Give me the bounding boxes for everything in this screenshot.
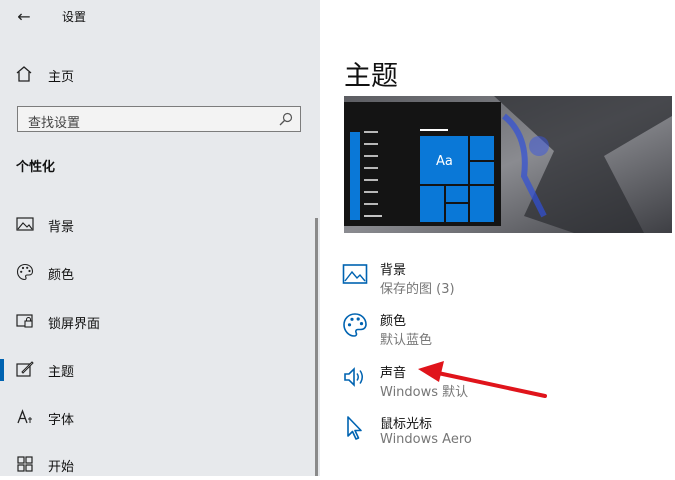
theme-preview-image: [344, 96, 672, 233]
entry-label: 颜色: [380, 314, 407, 329]
lock-screen-icon: [16, 314, 33, 328]
brush-icon: [16, 361, 34, 377]
sidebar-item-label: 锁屏界面: [48, 317, 101, 332]
entry-label: 声音: [380, 366, 407, 381]
sidebar-item-background[interactable]: 背景: [0, 208, 300, 240]
main-panel: 主题 Aa 背景 保存的图 (3) 颜色 默认蓝色 声音 Windows 默认 …: [320, 0, 675, 476]
theme-preview: Aa: [344, 96, 672, 233]
entry-label: 鼠标光标: [380, 417, 433, 432]
sidebar-item-lock-screen[interactable]: 锁屏界面: [0, 305, 300, 337]
sidebar-scrollbar[interactable]: [315, 218, 318, 476]
sidebar-item-colors[interactable]: 颜色: [0, 256, 300, 288]
theme-entry-sounds[interactable]: 声音 Windows 默认: [342, 362, 672, 406]
palette-icon: [16, 263, 34, 281]
entry-label: 背景: [380, 263, 407, 278]
font-icon: [17, 409, 32, 424]
cursor-icon: [347, 416, 362, 440]
search-icon[interactable]: [278, 111, 294, 127]
sidebar-item-label: 开始: [48, 460, 75, 475]
entry-value: Windows Aero: [380, 432, 472, 447]
entry-value: 保存的图 (3): [380, 282, 455, 297]
palette-icon: [343, 313, 367, 337]
preview-tile-text: Aa: [436, 154, 453, 169]
image-icon: [16, 217, 34, 231]
home-label: 主页: [48, 70, 75, 85]
page-title: 主题: [344, 61, 398, 92]
entry-value: Windows 默认: [380, 385, 469, 400]
search-input[interactable]: 查找设置: [17, 106, 301, 132]
speaker-icon: [344, 367, 363, 387]
theme-entry-mouse-cursor[interactable]: 鼠标光标 Windows Aero: [342, 413, 672, 457]
sidebar-item-fonts[interactable]: 字体: [0, 401, 300, 433]
window-title: 设置: [62, 10, 87, 24]
sidebar-item-label: 背景: [48, 220, 75, 235]
theme-entry-colors[interactable]: 颜色 默认蓝色: [342, 310, 672, 354]
section-title: 个性化: [16, 160, 56, 175]
sidebar-item-label: 主题: [48, 365, 75, 380]
sidebar-item-label: 字体: [48, 413, 75, 428]
entry-value: 默认蓝色: [380, 333, 433, 348]
sidebar: ← 设置 主页 查找设置 个性化 背景 颜色 锁屏界面 主题 字体 开始: [0, 0, 320, 476]
sidebar-home[interactable]: 主页: [14, 62, 304, 86]
sidebar-item-start[interactable]: 开始: [0, 448, 300, 480]
active-indicator: [0, 359, 4, 381]
search-placeholder: 查找设置: [28, 116, 81, 131]
image-icon: [342, 264, 368, 284]
sidebar-item-themes[interactable]: 主题: [0, 353, 300, 385]
theme-entry-background[interactable]: 背景 保存的图 (3): [342, 259, 672, 303]
sidebar-item-label: 颜色: [48, 268, 75, 283]
start-grid-icon: [17, 456, 33, 472]
home-icon: [16, 66, 32, 82]
back-arrow-icon[interactable]: ←: [10, 4, 38, 30]
